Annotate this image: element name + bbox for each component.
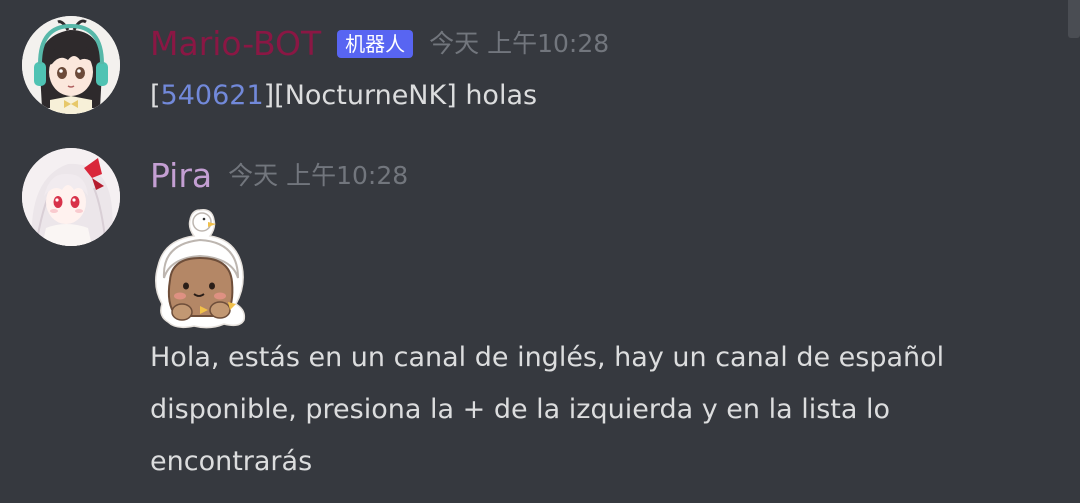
avatar[interactable] [22, 148, 120, 246]
username[interactable]: Mario-BOT [150, 24, 321, 64]
message-header: Mario-BOT 机器人 今天 上午10:28 [150, 24, 609, 64]
bracket-open: [ [150, 80, 161, 111]
chat-pane: Mario-BOT 机器人 今天 上午10:28 [540621][Noctur… [0, 0, 1080, 503]
avatar[interactable] [22, 16, 120, 114]
sticker[interactable] [150, 206, 256, 330]
message-header: Pira 今天 上午10:28 [150, 156, 408, 196]
message-text: [540621][NocturneNK] holas [150, 70, 537, 122]
scrollbar-thumb[interactable] [1068, 0, 1080, 38]
anime-girl-headphones-avatar [22, 16, 120, 114]
duck-hat-bear-sticker [155, 208, 246, 329]
white-haired-anime-girl-avatar [22, 148, 120, 246]
timestamp: 今天 上午10:28 [429, 29, 610, 58]
user-id-link[interactable]: 540621 [161, 80, 264, 111]
timestamp: 今天 上午10:28 [228, 161, 409, 190]
bot-tag-badge: 机器人 [337, 30, 414, 58]
message-text-rest: ][NocturneNK] holas [263, 80, 538, 111]
message-text: Hola, estás en un canal de inglés, hay u… [150, 342, 945, 477]
username[interactable]: Pira [150, 156, 212, 196]
